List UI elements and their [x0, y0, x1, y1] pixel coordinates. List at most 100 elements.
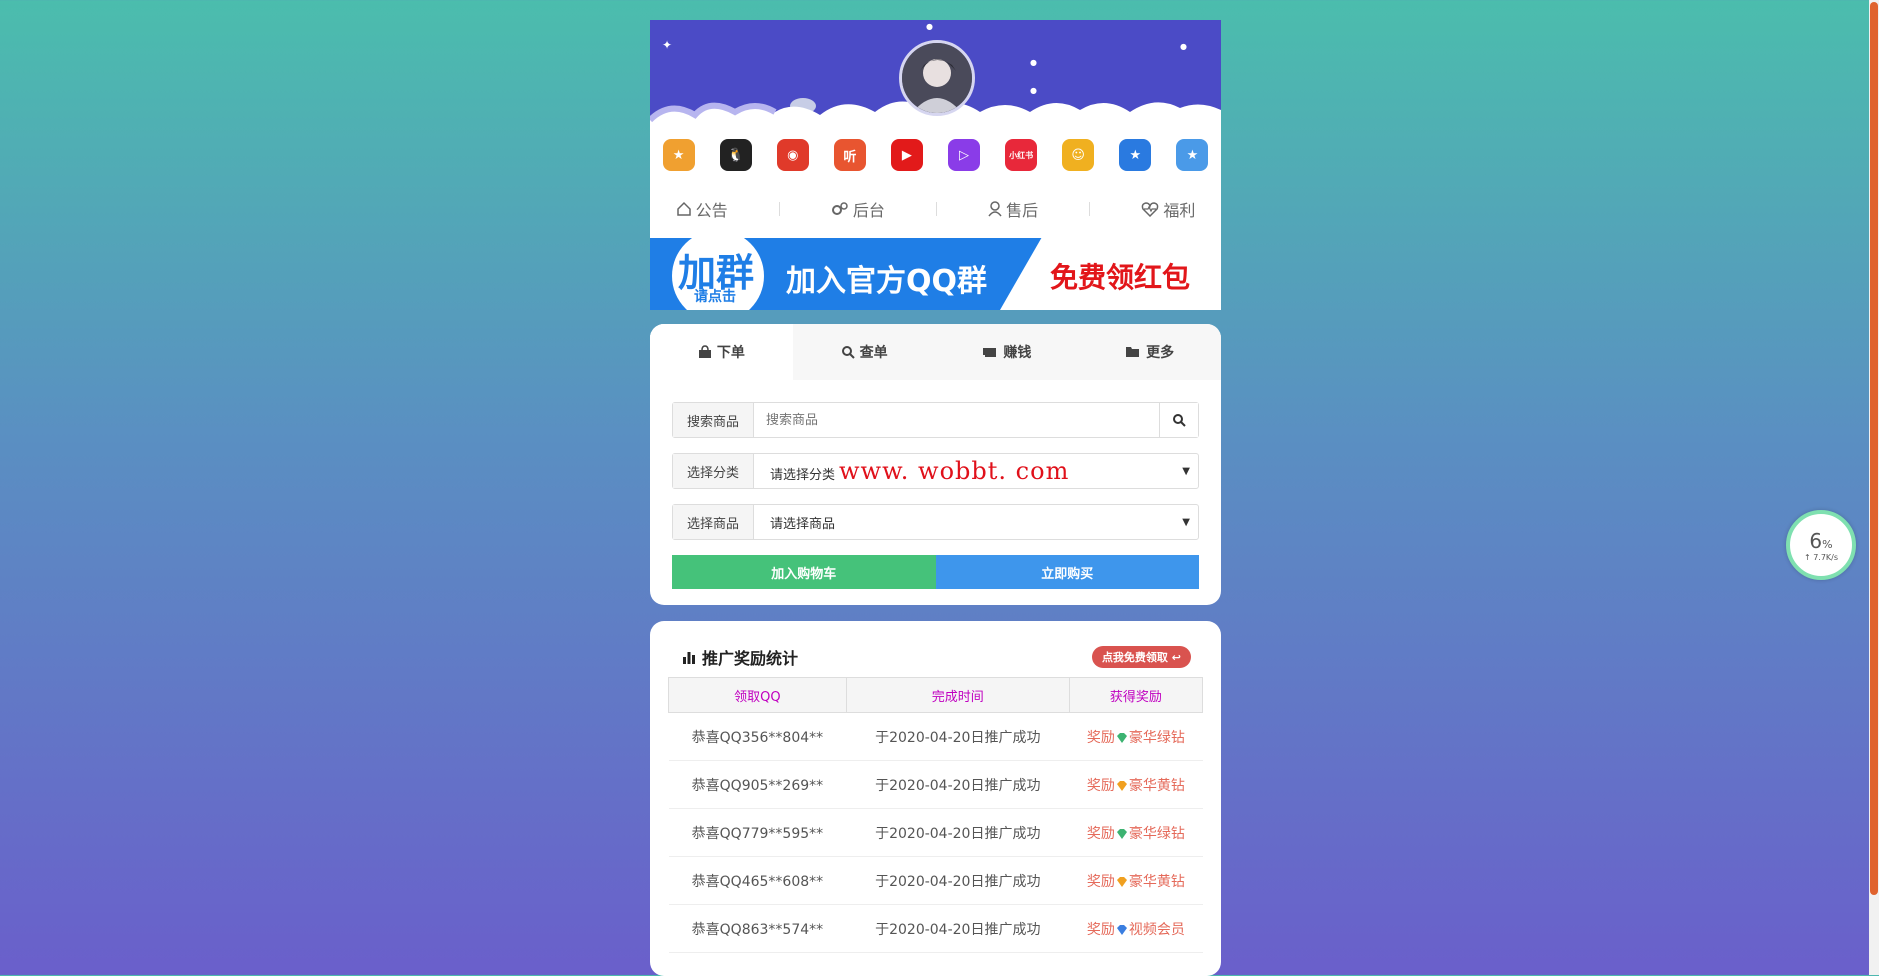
nav-admin-label: 后台 — [852, 201, 885, 220]
nav-divider — [935, 202, 937, 216]
table-row: 恭喜QQ356**804** 于2020-04-20日推广成功 奖励 豪华绿钻 — [668, 712, 1203, 761]
add-to-cart-button[interactable]: 加入购物车 — [672, 555, 936, 589]
search-icon — [1173, 414, 1186, 427]
table-row: 恭喜QQ905**269** 于2020-04-20日推广成功 奖励 豪华黄钻 — [668, 760, 1203, 809]
avatar[interactable] — [899, 40, 975, 116]
search-button[interactable] — [1159, 403, 1198, 437]
search-icon — [841, 346, 855, 359]
row-time: 于2020-04-20日推广成功 — [846, 856, 1070, 905]
avatar-image — [902, 43, 972, 113]
buy-now-button[interactable]: 立即购买 — [935, 555, 1199, 589]
page-scrollbar[interactable] — [1869, 0, 1879, 975]
row-time: 于2020-04-20日推广成功 — [846, 808, 1070, 857]
table-row: 恭喜QQ465**608** 于2020-04-20日推广成功 奖励 豪华黄钻 — [668, 856, 1203, 905]
top-nav: 公告 后台 售后 福利 — [650, 180, 1221, 238]
nav-divider — [778, 202, 780, 216]
diamond-icon — [1116, 732, 1127, 743]
reward-prefix: 奖励 — [1086, 873, 1115, 890]
nav-welfare[interactable]: 福利 — [1141, 197, 1195, 221]
category-row: 选择分类 请选择分类 www. wobbt. com ▼ — [672, 453, 1199, 489]
search-input[interactable] — [754, 403, 1159, 437]
bird-icon[interactable]: ◉ — [776, 139, 809, 171]
reward-table: 领取QQ 完成时间 获得奖励 恭喜QQ356**804** 于2020-04-20… — [668, 677, 1204, 953]
nav-admin[interactable]: 后台 — [831, 197, 885, 221]
diamond-icon — [1116, 828, 1127, 839]
chevron-down-icon: ▼ — [1182, 465, 1190, 477]
qq-group-banner[interactable]: 加群 请点击 加入官方QQ群 免费领红包 — [650, 238, 1221, 310]
column-header-reward: 获得奖励 — [1068, 677, 1204, 713]
reward-name: 豪华黄钻 — [1128, 777, 1185, 794]
chevron-down-icon: ▼ — [1182, 516, 1190, 528]
speed-rate: ↑ 7.7K/s — [1803, 552, 1839, 562]
star-decoration: ● — [1180, 42, 1187, 51]
xiaohongshu-icon[interactable]: 小红书 — [1005, 139, 1038, 171]
speed-percent-wrap: 6% — [1809, 529, 1832, 553]
reward-stats-panel: 推广奖励统计 点我免费领取 ↩ 领取QQ 完成时间 获得奖励 恭喜QQ356**… — [650, 621, 1221, 976]
medal-icon[interactable]: ★ — [662, 139, 695, 171]
gears-icon — [831, 202, 848, 215]
tab-order-label: 下单 — [716, 345, 745, 361]
row-time: 于2020-04-20日推广成功 — [846, 760, 1070, 809]
row-qq: 恭喜QQ779**595** — [668, 808, 847, 857]
tab-earn[interactable]: 赚钱 — [936, 324, 1079, 380]
scrollbar-thumb[interactable] — [1870, 2, 1878, 895]
column-header-qq: 领取QQ — [668, 677, 847, 713]
stats-title: 推广奖励统计 — [702, 649, 799, 668]
nav-welfare-label: 福利 — [1163, 201, 1196, 220]
speed-percent-unit: % — [1822, 537, 1833, 551]
folder-open-icon — [1126, 347, 1140, 357]
banner-right-text: 免费领红包 — [1050, 261, 1191, 294]
banner-middle-text: 加入官方QQ群 — [786, 264, 988, 299]
bar-chart-icon — [683, 652, 695, 664]
reward-prefix: 奖励 — [1086, 729, 1115, 746]
product-select[interactable]: 请选择商品 ▼ — [754, 505, 1198, 539]
reward-name: 豪华绿钻 — [1128, 729, 1185, 746]
category-select-value-wrap: 请选择分类 www. wobbt. com — [770, 457, 1069, 485]
row-time: 于2020-04-20日推广成功 — [846, 712, 1070, 761]
reply-icon: ↩ — [1171, 651, 1181, 664]
star-decoration: ● — [926, 22, 933, 31]
ting-icon[interactable]: 听 — [833, 139, 866, 171]
network-speed-widget[interactable]: 6% ↑ 7.7K/s — [1786, 510, 1856, 580]
home-icon — [676, 201, 691, 216]
diamond-icon — [1116, 780, 1127, 791]
tencent-video-icon[interactable]: ▷ — [948, 139, 981, 171]
search-row: 搜索商品 — [672, 402, 1199, 438]
nav-after-sales[interactable]: 售后 — [988, 197, 1038, 221]
row-reward: 奖励 视频会员 — [1069, 904, 1203, 953]
video-play-icon[interactable]: ▶ — [890, 139, 923, 171]
money-icon — [983, 348, 997, 357]
reward-prefix: 奖励 — [1086, 825, 1115, 842]
search-label: 搜索商品 — [673, 403, 754, 437]
table-row: 恭喜QQ863**574** 于2020-04-20日推广成功 奖励 视频会员 — [668, 904, 1203, 953]
app-icons-row: ★ 🐧 ◉ 听 ▶ ▷ 小红书 ☺ ★ ★ — [650, 133, 1221, 177]
nav-announcement[interactable]: 公告 — [676, 197, 728, 221]
row-reward: 奖励 豪华绿钻 — [1069, 712, 1203, 761]
speed-percent: 6 — [1809, 528, 1823, 553]
blue-star-icon[interactable]: ★ — [1176, 139, 1209, 171]
reward-name: 视频会员 — [1128, 921, 1185, 938]
category-select[interactable]: 请选择分类 www. wobbt. com ▼ — [754, 454, 1198, 488]
face-icon[interactable]: ☺ — [1062, 139, 1095, 171]
tab-query[interactable]: 查单 — [793, 324, 936, 380]
tab-more[interactable]: 更多 — [1078, 324, 1221, 380]
column-header-time: 完成时间 — [845, 677, 1070, 713]
order-actions: 加入购物车 立即购买 — [672, 555, 1199, 589]
row-qq: 恭喜QQ905**269** — [668, 760, 847, 809]
product-select-value: 请选择商品 — [770, 516, 836, 532]
nav-divider — [1089, 202, 1091, 216]
tab-order[interactable]: 下单 — [650, 324, 793, 380]
qq-icon[interactable]: 🐧 — [719, 139, 752, 171]
order-tabs: 下单 查单 赚钱 更多 — [650, 324, 1221, 380]
watermark-text: www. wobbt. com — [839, 457, 1070, 485]
category-select-value: 请选择分类 — [770, 468, 836, 483]
reward-name: 豪华绿钻 — [1128, 825, 1185, 842]
row-qq: 恭喜QQ356**804** — [668, 712, 847, 761]
star-badge-icon[interactable]: ★ — [1119, 139, 1152, 171]
free-claim-button[interactable]: 点我免费领取 ↩ — [1091, 646, 1191, 668]
order-panel: 下单 查单 赚钱 更多 搜索商品 搜索商品 选择分类 请选择分类 www. wo… — [650, 324, 1221, 605]
star-decoration: ● — [1030, 86, 1037, 95]
order-form: 搜索商品 选择分类 请选择分类www. wobbt. com ▼ 选择商品 — [650, 380, 1221, 605]
table-header-row: 领取QQ 完成时间 获得奖励 — [668, 677, 1204, 713]
diamond-icon — [1116, 924, 1127, 935]
